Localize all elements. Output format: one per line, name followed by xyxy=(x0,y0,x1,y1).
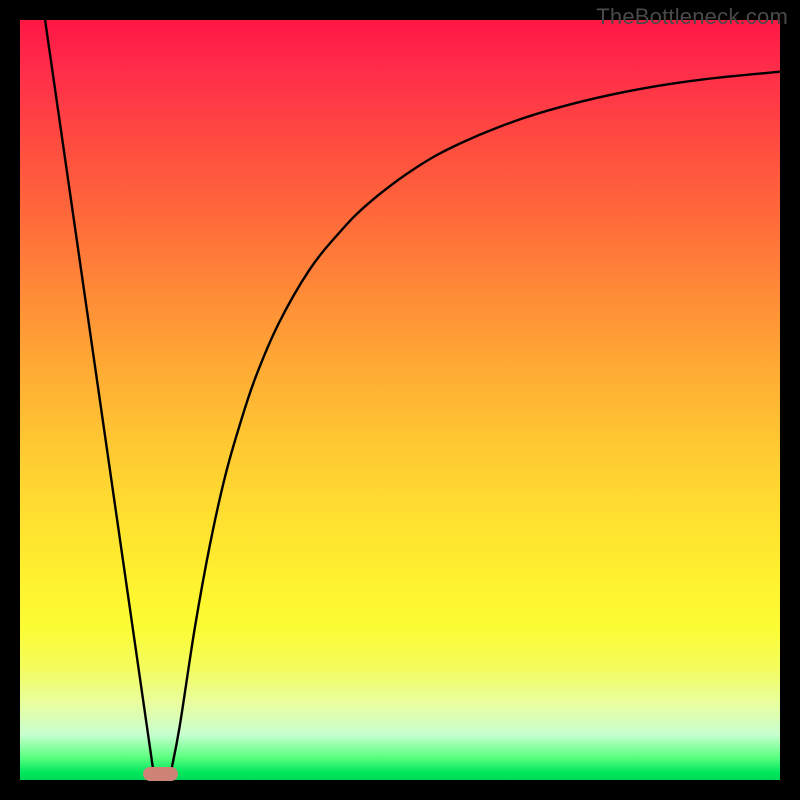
chart-plot-area xyxy=(20,20,780,780)
chart-curve-svg xyxy=(20,20,780,780)
watermark-text: TheBottleneck.com xyxy=(596,4,788,30)
curve-right-branch xyxy=(170,72,780,774)
curve-left-branch xyxy=(45,20,154,774)
optimal-region-marker xyxy=(143,767,178,781)
